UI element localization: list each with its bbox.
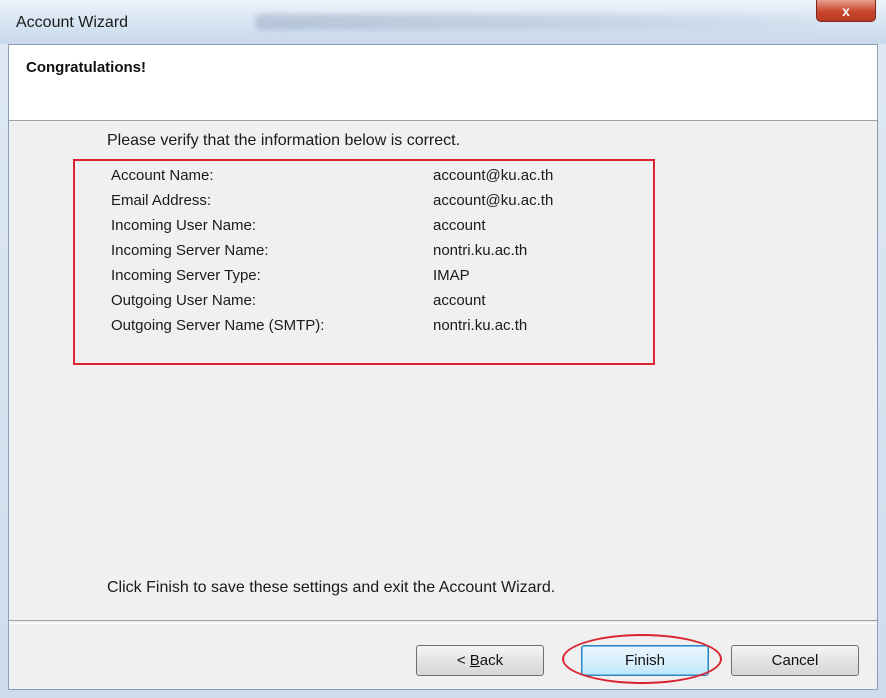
close-icon: x — [842, 2, 850, 19]
info-row-outgoing-user-name: Outgoing User Name: account — [111, 292, 651, 316]
finish-instruction-text: Click Finish to save these settings and … — [107, 579, 556, 596]
finish-label: Finish — [624, 652, 665, 669]
cancel-button[interactable]: Cancel — [731, 645, 859, 676]
back-label-prefix: < — [456, 652, 470, 669]
wizard-header: Congratulations! — [9, 45, 877, 121]
blurred-title-overlay — [255, 14, 815, 30]
info-value: account@ku.ac.th — [433, 167, 554, 184]
page-title: Congratulations! — [26, 59, 146, 76]
info-label: Account Name: — [111, 167, 214, 184]
account-wizard-window: Account Wizard x Congratulations! Please… — [0, 0, 886, 698]
info-label: Outgoing User Name: — [111, 292, 257, 309]
info-label: Incoming Server Type: — [111, 267, 261, 284]
info-value: nontri.ku.ac.th — [433, 317, 528, 334]
close-button[interactable]: x — [816, 0, 876, 22]
back-label-rest: ack — [479, 652, 504, 669]
info-label: Incoming User Name: — [111, 217, 257, 234]
back-label-mnemonic: B — [469, 652, 480, 669]
title-bar[interactable]: Account Wizard x — [0, 0, 886, 44]
info-value: account@ku.ac.th — [433, 192, 554, 209]
info-row-email-address: Email Address: account@ku.ac.th — [111, 192, 651, 216]
info-row-incoming-server-type: Incoming Server Type: IMAP — [111, 267, 651, 291]
button-divider — [9, 620, 877, 624]
info-label: Incoming Server Name: — [111, 242, 269, 259]
info-value: account — [433, 217, 486, 234]
back-button[interactable]: < Back — [416, 645, 544, 676]
info-value: IMAP — [433, 267, 470, 284]
info-label: Email Address: — [111, 192, 212, 209]
account-summary-box: Account Name: account@ku.ac.th Email Add… — [73, 159, 655, 365]
info-row-incoming-user-name: Incoming User Name: account — [111, 217, 651, 241]
info-label: Outgoing Server Name (SMTP): — [111, 317, 325, 334]
info-value: nontri.ku.ac.th — [433, 242, 528, 259]
cancel-label: Cancel — [771, 652, 819, 669]
finish-button[interactable]: Finish — [581, 645, 709, 676]
window-title: Account Wizard — [16, 14, 129, 31]
info-value: account — [433, 292, 486, 309]
info-row-outgoing-server-name: Outgoing Server Name (SMTP): nontri.ku.a… — [111, 317, 651, 341]
info-row-incoming-server-name: Incoming Server Name: nontri.ku.ac.th — [111, 242, 651, 266]
intro-text: Please verify that the information below… — [107, 132, 461, 149]
info-row-account-name: Account Name: account@ku.ac.th — [111, 167, 651, 191]
wizard-client-area: Congratulations! Please verify that the … — [8, 44, 878, 690]
